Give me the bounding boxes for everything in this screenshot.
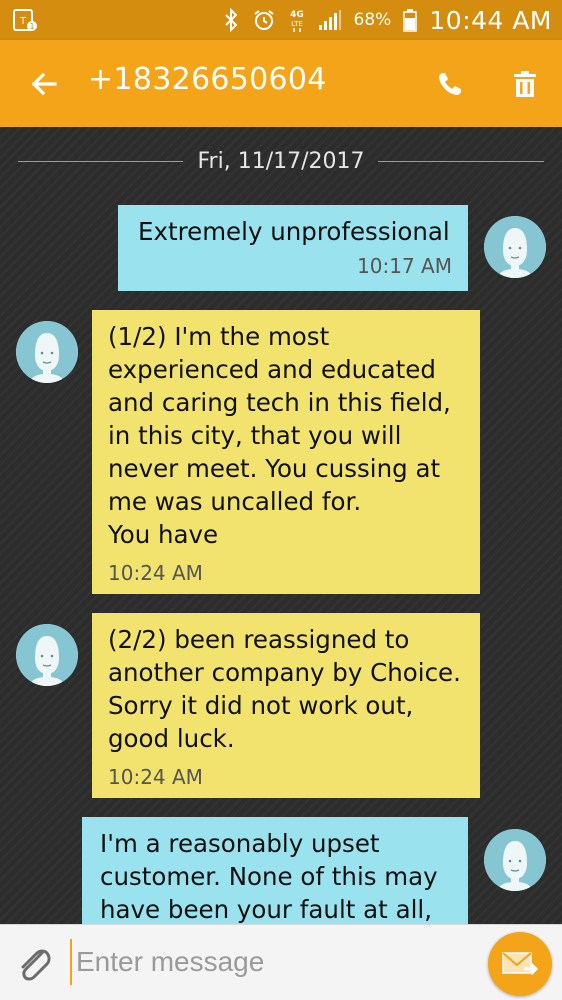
app-bar: +18326650604 [0, 40, 562, 127]
svg-text:4G: 4G [290, 10, 304, 20]
send-envelope-icon [502, 952, 539, 976]
message-text: Extremely unprofessional [138, 217, 450, 246]
conversation-thread[interactable]: Fri, 11/17/2017 Extremely unprofessional… [0, 127, 562, 924]
clock: 10:44 AM [429, 5, 552, 35]
composer-bar [0, 924, 562, 1000]
battery-icon [403, 8, 418, 32]
svg-text:1: 1 [29, 22, 34, 31]
date-separator: Fri, 11/17/2017 [0, 147, 562, 177]
message-input[interactable] [70, 939, 460, 985]
lte-icon: 4G LTE [288, 7, 306, 33]
phone-icon [439, 73, 461, 95]
contact-title: +18326650604 [88, 62, 327, 97]
message-text: (1/2) I'm the most experienced and educa… [108, 322, 451, 549]
svg-text:T: T [19, 16, 27, 27]
delete-button[interactable] [505, 64, 545, 104]
person-icon [484, 829, 546, 891]
message-bubble-sent[interactable]: Extremely unprofessional 10:17 AM [118, 205, 468, 291]
message-bubble-sent[interactable]: I'm a reasonably upset customer. None of… [82, 817, 468, 924]
avatar[interactable] [484, 216, 546, 278]
message-time: 10:17 AM [357, 254, 452, 278]
avatar[interactable] [16, 321, 78, 383]
person-icon [16, 321, 78, 383]
message-time: 10:24 AM [108, 765, 203, 789]
battery-percent: 68% [353, 10, 392, 30]
avatar[interactable] [16, 624, 78, 686]
back-button[interactable] [24, 64, 64, 104]
attach-button[interactable] [14, 941, 54, 985]
avatar[interactable] [484, 829, 546, 891]
person-icon [16, 624, 78, 686]
trash-icon [514, 71, 536, 97]
message-time: 10:24 AM [108, 561, 203, 585]
call-button[interactable] [430, 64, 470, 104]
send-button[interactable] [488, 932, 552, 996]
status-bar: T 1 4G LTE 68% 10:44 AM [0, 0, 562, 40]
message-bubble-received[interactable]: (1/2) I'm the most experienced and educa… [92, 310, 480, 594]
svg-text:LTE: LTE [291, 20, 303, 28]
signal-icon [318, 9, 342, 31]
bluetooth-icon [222, 8, 240, 32]
arrow-left-icon [31, 72, 57, 96]
message-text: I'm a reasonably upset customer. None of… [100, 829, 438, 924]
message-text: (2/2) been reassigned to another company… [108, 625, 461, 753]
message-bubble-received[interactable]: (2/2) been reassigned to another company… [92, 613, 480, 798]
paperclip-icon [21, 949, 51, 981]
person-icon [484, 216, 546, 278]
alarm-icon [252, 8, 276, 32]
sim-icon: T 1 [12, 8, 38, 32]
